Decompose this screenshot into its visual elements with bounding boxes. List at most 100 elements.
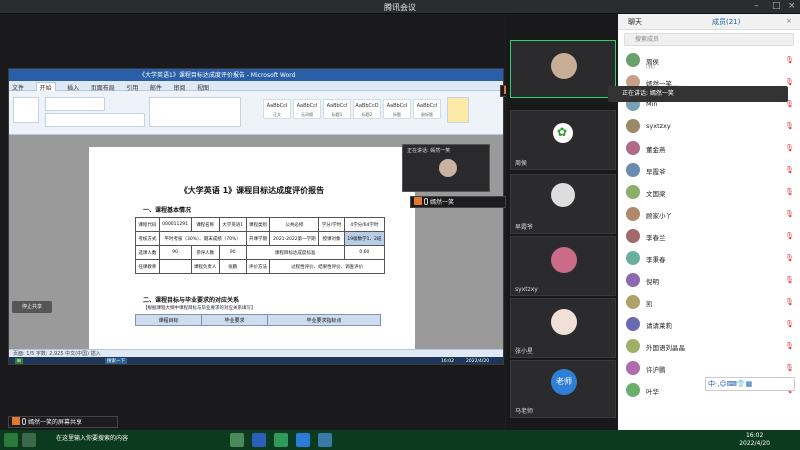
mic-muted-icon[interactable]: 🎙 [785,342,794,350]
app-icon[interactable] [274,433,288,447]
avatar [551,247,577,273]
tab-members[interactable]: 成员(21) [712,17,740,27]
table-cell: 19级数学1、2班 [343,231,386,246]
member-row[interactable]: syxtzxy 🎙 [618,116,800,138]
mic-muted-icon[interactable]: 🎙 [785,122,794,130]
member-row[interactable]: 周侯 (我) 🎙 [618,50,800,72]
mic-icon [424,198,428,205]
taskbar-clock: 16:02 2022/4/20 [739,432,770,448]
close-icon[interactable]: × [788,1,796,11]
table-cell: 000011291 [158,217,192,232]
mic-muted-icon[interactable]: 🎙 [785,298,794,306]
member-row[interactable]: 李秉春 🎙 [618,248,800,270]
mic-muted-icon[interactable]: 🎙 [785,56,794,64]
maximize-icon[interactable]: □ [772,1,781,11]
video-name: syxtzxy [515,286,538,293]
mic-muted-icon[interactable]: 🎙 [785,210,794,218]
stop-share-button[interactable]: 停止共享 [12,301,52,313]
mic-muted-icon[interactable]: 🎙 [785,320,794,328]
table-cell: 开课学期 [245,231,271,246]
video-tile[interactable]: syxtzxy [510,236,616,296]
share-icon [414,197,422,205]
member-row[interactable]: 倪明 🎙 [618,270,800,292]
paragraph-toolbar[interactable] [149,97,241,127]
speaker-mini-window: 正在讲话: 嫣然一笑 [402,144,490,192]
tab-chat[interactable]: 聊天 [628,17,642,27]
app-icon[interactable] [252,433,266,447]
table-cell: 课程负责人 [190,259,220,274]
style-no-spacing[interactable]: AaBbCcI 无间隔 [293,99,321,119]
minimize-icon[interactable]: – [754,1,759,11]
inner-start-button[interactable]: ⊞ [15,358,23,364]
video-tile[interactable]: 早霞爷 [510,174,616,234]
video-tile[interactable]: ✿ 周侯 [510,110,616,170]
inner-search-button[interactable]: 搜索一下 [105,358,127,364]
format-toolbar[interactable] [45,113,145,127]
style-heading2[interactable]: AaBbCcD 标题2 [353,99,381,119]
style-heading1[interactable]: AaBbCcI 标题1 [323,99,351,119]
document-title: 《大学英语 1》课程目标达成度评价报告 [179,186,325,195]
table-cell [158,259,192,274]
style-title[interactable]: AaBbCcI 标题 [383,99,411,119]
mic-muted-icon[interactable]: 🎙 [785,78,794,86]
table-cell: 选课人数 [135,245,160,260]
font-select[interactable] [45,97,105,111]
style-normal[interactable]: AaBbCcI 正文 [263,99,291,119]
mic-muted-icon[interactable]: 🎙 [785,254,794,262]
member-row[interactable]: 顾家小丫 🎙 [618,204,800,226]
member-row[interactable]: 文国梁 🎙 [618,182,800,204]
video-tile[interactable]: 老师 马老师 [510,360,616,418]
member-name: 许沪鹏 [646,366,666,374]
close-icon[interactable]: × [786,17,792,25]
avatar [551,183,575,207]
member-search-input[interactable]: 搜索成员 [624,33,794,46]
table-row: 课程代码 000011291 课程名称 大学英语1 课程类别 公共必修 学分/学… [135,217,386,232]
table-cell: 过程性评价、结果性评价、调查评价 [269,259,385,274]
change-styles-button[interactable] [447,97,469,123]
member-name: 倪明 [646,278,659,286]
style-subtitle[interactable]: AaBbCcI 副标题 [413,99,441,119]
note-text: 【根据课程大纲中课程目标与毕业要求的对应关系填写】 [143,306,256,311]
members-panel: 聊天 成员(21) × 搜索成员 周侯(我)🎙嫣然一笑(主持人，屏幕共享中)🎙M… [618,14,800,430]
table-cell: 学分/学时 [318,217,345,232]
member-row[interactable]: 李春兰 🎙 [618,226,800,248]
video-tile[interactable] [510,40,616,98]
table-cell: 张鹏 [218,259,247,274]
mic-muted-icon[interactable]: 🎙 [785,166,794,174]
mic-muted-icon[interactable]: 🎙 [785,364,794,372]
member-row[interactable]: 早霞爷 🎙 [618,160,800,182]
search-icon[interactable] [22,433,36,447]
app-icon[interactable] [318,433,332,447]
table-cell: 0.60 [343,245,386,260]
avatar [626,361,640,375]
ime-toolbar[interactable]: 中·,☺⌨👕▦ [705,377,795,391]
member-row[interactable]: 外国语刘晶晶 🎙 [618,336,800,358]
mic-muted-icon[interactable]: 🎙 [785,188,794,196]
member-name: 李春兰 [646,234,666,242]
table-cell: 平时考核（30%）、期末成绩（70%） [158,231,247,246]
app-icon[interactable] [296,433,310,447]
member-name: 叶华 [646,388,659,396]
member-list: 周侯(我)🎙嫣然一笑(主持人，屏幕共享中)🎙Min🎙syxtzxy🎙董金燕🎙早霞… [618,50,800,430]
document-page[interactable]: 《大学英语 1》课程目标达成度评价报告 一、课程基本情况 课程代码 000011… [89,147,415,352]
app-icon[interactable] [230,433,244,447]
mic-muted-icon[interactable]: 🎙 [785,232,794,240]
speaker-label: 嫣然一笑 [430,199,455,206]
member-row[interactable]: 董金燕 🎙 [618,138,800,160]
avatar [626,119,640,133]
avatar [626,53,640,67]
taskbar-search-input[interactable]: 在这里输入你要搜索的内容 [56,433,128,442]
paste-button[interactable] [13,97,39,123]
member-row[interactable]: 凯 🎙 [618,292,800,314]
table-cell: 参评人数 [190,245,220,260]
mic-muted-icon[interactable]: 🎙 [785,276,794,284]
word-title: 《大学英语1》课程目标达成度评价报告 - Microsoft Word [139,72,296,79]
video-tile[interactable]: 张小星 [510,298,616,358]
member-name: syxtzxy [646,122,671,130]
member-row[interactable]: 请请莱莉 🎙 [618,314,800,336]
avatar [439,159,457,177]
table-cell: 90 [218,245,247,260]
mic-muted-icon[interactable]: 🎙 [785,144,794,152]
start-icon[interactable] [4,433,18,447]
video-name: 马老师 [515,408,534,415]
